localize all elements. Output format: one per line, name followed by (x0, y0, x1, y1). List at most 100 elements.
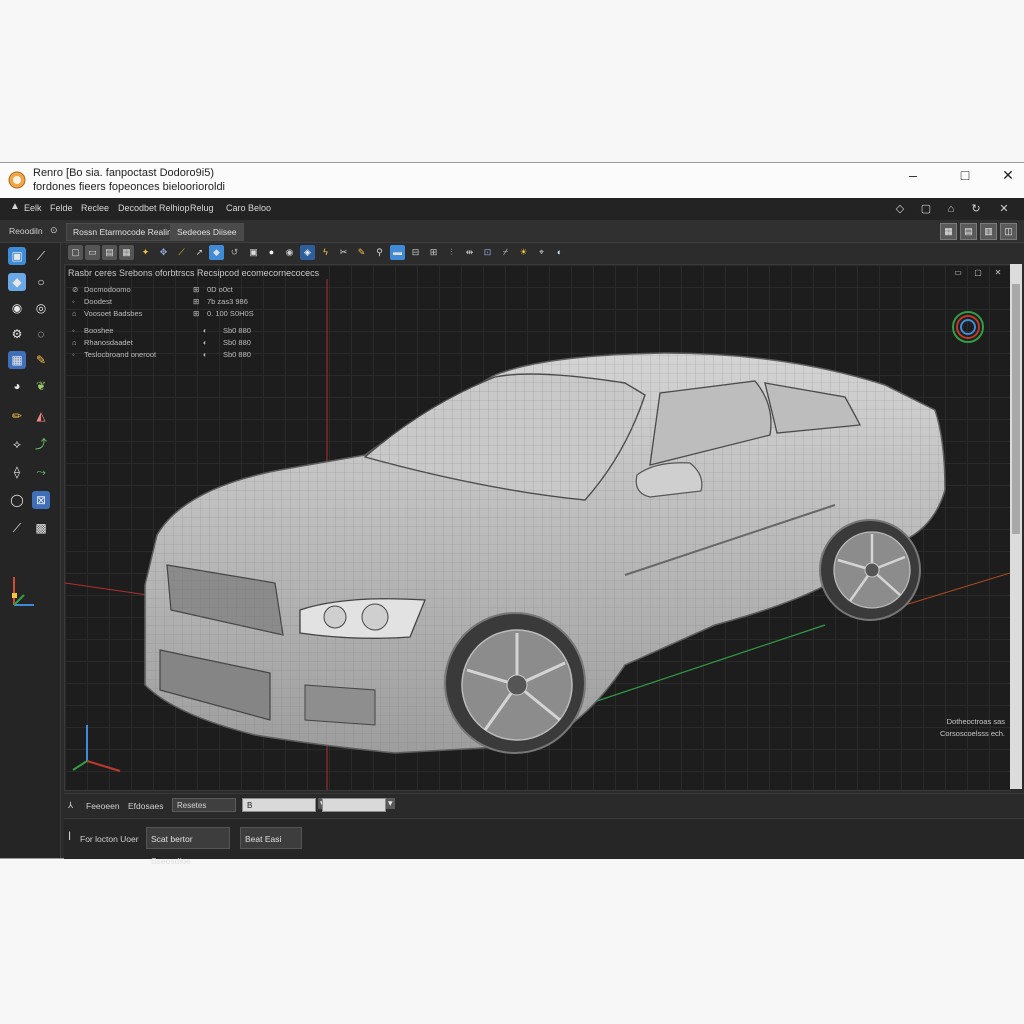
pin-icon[interactable]: ◇ (892, 201, 908, 217)
uv-tool-icon[interactable]: ⊠ (32, 491, 50, 509)
viewport-corner-info-1: Dotheoctroas sas (946, 717, 1005, 726)
menu-item-6[interactable]: Caro Beloo (226, 203, 271, 213)
move-icon[interactable]: ✥ (156, 245, 171, 260)
scissors-icon[interactable]: ✂ (336, 245, 351, 260)
extrude-tool-icon[interactable]: ⤴ (32, 435, 50, 453)
menu-item-1[interactable]: Eelk (24, 203, 42, 213)
cursor-icon[interactable]: ➚ (192, 245, 207, 260)
window-subtitle: fordones fieers fopeonces bieloorioroldi (33, 181, 226, 193)
title-bar: Renro [Bo sia. fanpoctast Dodoro9i5) for… (0, 163, 1024, 199)
circle-tool-icon[interactable]: ○ (32, 273, 50, 291)
eye-tool-icon[interactable]: ◕ (8, 377, 26, 395)
transform-icon: ⅄ (68, 800, 74, 810)
info-icon: ǀ (68, 829, 72, 843)
close-panel-icon[interactable]: ✕ (996, 201, 1012, 217)
leaf-tool-icon[interactable]: ❦ (32, 377, 50, 395)
car-wireframe-model (65, 279, 1010, 790)
layout-icon-1[interactable]: ▦ (940, 223, 957, 240)
lock-icon[interactable]: ⌂ (943, 201, 959, 217)
align-icon[interactable]: ⫶ (444, 245, 459, 260)
bolt-icon[interactable]: ϟ (318, 245, 333, 260)
preset-field[interactable]: Resetes (172, 798, 236, 812)
pen-tool-icon[interactable]: ✏ (8, 407, 26, 425)
plane-icon[interactable]: ▬ (390, 245, 405, 260)
render-selection-button[interactable]: Scat bertor Sseosdioe (146, 827, 230, 866)
tab-main[interactable]: Rossn Etarmocode Realine (66, 223, 184, 241)
orbit-tool-icon[interactable]: ◌ (32, 325, 50, 343)
ruler-icon[interactable]: ⊟ (408, 245, 423, 260)
dropdown-arrow-icon-2[interactable]: ▾ (386, 798, 395, 809)
axis-gizmo-icon (12, 577, 34, 606)
cube-icon[interactable]: ◆ (209, 245, 224, 260)
select-box-icon[interactable]: ▢ (68, 245, 83, 260)
brush-tool-icon[interactable]: ⟋ (8, 519, 26, 537)
left-toolbar: ▣ ⟋ ◆ ○ ◉ ◎ ⚙ ◌ ▦ ✎ ◕ ❦ ✏ ◭ ⟡ ⤴ ⟠ ⤳ ◯ ⊠ … (0, 243, 61, 858)
view-orientation-gizmo[interactable] (952, 311, 984, 343)
bucket-tool-icon[interactable]: ◭ (32, 407, 50, 425)
camera-icon[interactable]: ⌖ (534, 245, 549, 260)
select-tool-icon[interactable]: ▣ (8, 247, 26, 265)
layout-icon-4[interactable]: ◫ (1000, 223, 1017, 240)
maximize-button[interactable]: □ (942, 163, 988, 189)
loop-tool-icon[interactable]: ◯ (8, 491, 26, 509)
box-icon[interactable]: ▣ (246, 245, 261, 260)
value-field-2[interactable] (322, 798, 386, 812)
sphere-icon[interactable]: ● (264, 245, 279, 260)
wand-icon[interactable]: ⟋ (174, 245, 189, 260)
draw-tool-icon[interactable]: ⟋ (32, 247, 50, 265)
torus-tool-icon[interactable]: ◎ (32, 299, 50, 317)
menu-item-2[interactable]: Felde (50, 203, 73, 213)
app-window: Renro [Bo sia. fanpoctast Dodoro9i5) for… (0, 163, 1024, 866)
home-icon[interactable]: ▲ (10, 201, 20, 212)
rotate-icon[interactable]: ↺ (227, 245, 242, 260)
world-axis-gizmo (72, 725, 121, 772)
scrollbar-thumb[interactable] (1012, 284, 1020, 534)
tab-secondary[interactable]: Sedeoes Diisee (170, 223, 244, 241)
close-button[interactable]: ✕ (985, 163, 1024, 189)
3d-viewport[interactable]: Rasbr ceres Srebons oforbtrscs Recsipcod… (64, 264, 1011, 791)
settings-icon[interactable]: ⊙ (50, 225, 58, 236)
viewport-scrollbar[interactable] (1010, 264, 1022, 789)
window-title: Renro [Bo sia. fanpoctast Dodoro9i5) (33, 167, 214, 179)
menu-item-4[interactable]: Decodbet Relhiop (118, 203, 190, 213)
paint-tool-icon[interactable]: ✎ (32, 351, 50, 369)
snap-icon[interactable]: ⊡ (480, 245, 495, 260)
knife-icon[interactable]: ⌿ (498, 245, 513, 260)
maximize-panel-icon[interactable]: ▢ (918, 201, 934, 217)
bake-button[interactable]: Beat Easi (240, 827, 302, 849)
bevel-tool-icon[interactable]: ⤳ (32, 463, 50, 481)
sphere-tool-icon[interactable]: ◉ (8, 299, 26, 317)
menu-item-5[interactable]: Relug (190, 203, 214, 213)
star-icon[interactable]: ✦ (138, 245, 153, 260)
panel-icon[interactable]: ▤ (102, 245, 117, 260)
render-icon[interactable]: ◐ (552, 245, 567, 260)
tool-strip: ▢ ▭ ▤ ▦ ✦ ✥ ⟋ ➚ ◆ ↺ ▣ ● ◉ ◈ ϟ ✂ ✎ ⚲ ▬ ⊟ … (66, 243, 1024, 265)
refresh-icon[interactable]: ↻ (968, 201, 984, 217)
gear-tool-icon[interactable]: ⚙ (8, 325, 26, 343)
mirror-icon[interactable]: ⇹ (462, 245, 477, 260)
app-logo-icon (8, 171, 26, 189)
shield-icon[interactable]: ◈ (300, 245, 315, 260)
cube-tool-icon[interactable]: ◆ (8, 273, 26, 291)
value-field-1[interactable]: B (242, 798, 316, 812)
light-icon[interactable]: ☀ (516, 245, 531, 260)
measure-icon[interactable]: ⊞ (426, 245, 441, 260)
bottom-label-1: Feeoeen (86, 801, 120, 811)
knife-tool-icon[interactable]: ⟠ (8, 463, 26, 481)
menu-item-3[interactable]: Reclee (81, 203, 109, 213)
pencil-icon[interactable]: ✎ (354, 245, 369, 260)
frame-icon[interactable]: ▭ (85, 245, 100, 260)
bottom-status-bar: ǀ For locton Uoer Scat bertor Sseosdioe … (64, 818, 1024, 866)
checker-tool-icon[interactable]: ▩ (32, 519, 50, 537)
layout-icon-2[interactable]: ▤ (960, 223, 977, 240)
viewport-corner-info-2: Corsoscoelsss ech. (939, 729, 1005, 738)
layout-icon-3[interactable]: ▥ (980, 223, 997, 240)
status-label: For locton Uoer (80, 834, 139, 844)
toolbar-label: Reoodiln (9, 226, 43, 236)
grid-icon[interactable]: ▦ (119, 245, 134, 260)
cylinder-icon[interactable]: ◉ (282, 245, 297, 260)
material-tool-icon[interactable]: ▦ (8, 351, 26, 369)
pin-tool-icon[interactable]: ⚲ (372, 245, 387, 260)
minimize-button[interactable]: – (890, 163, 936, 189)
measure-tool-icon[interactable]: ⟡ (8, 435, 26, 453)
